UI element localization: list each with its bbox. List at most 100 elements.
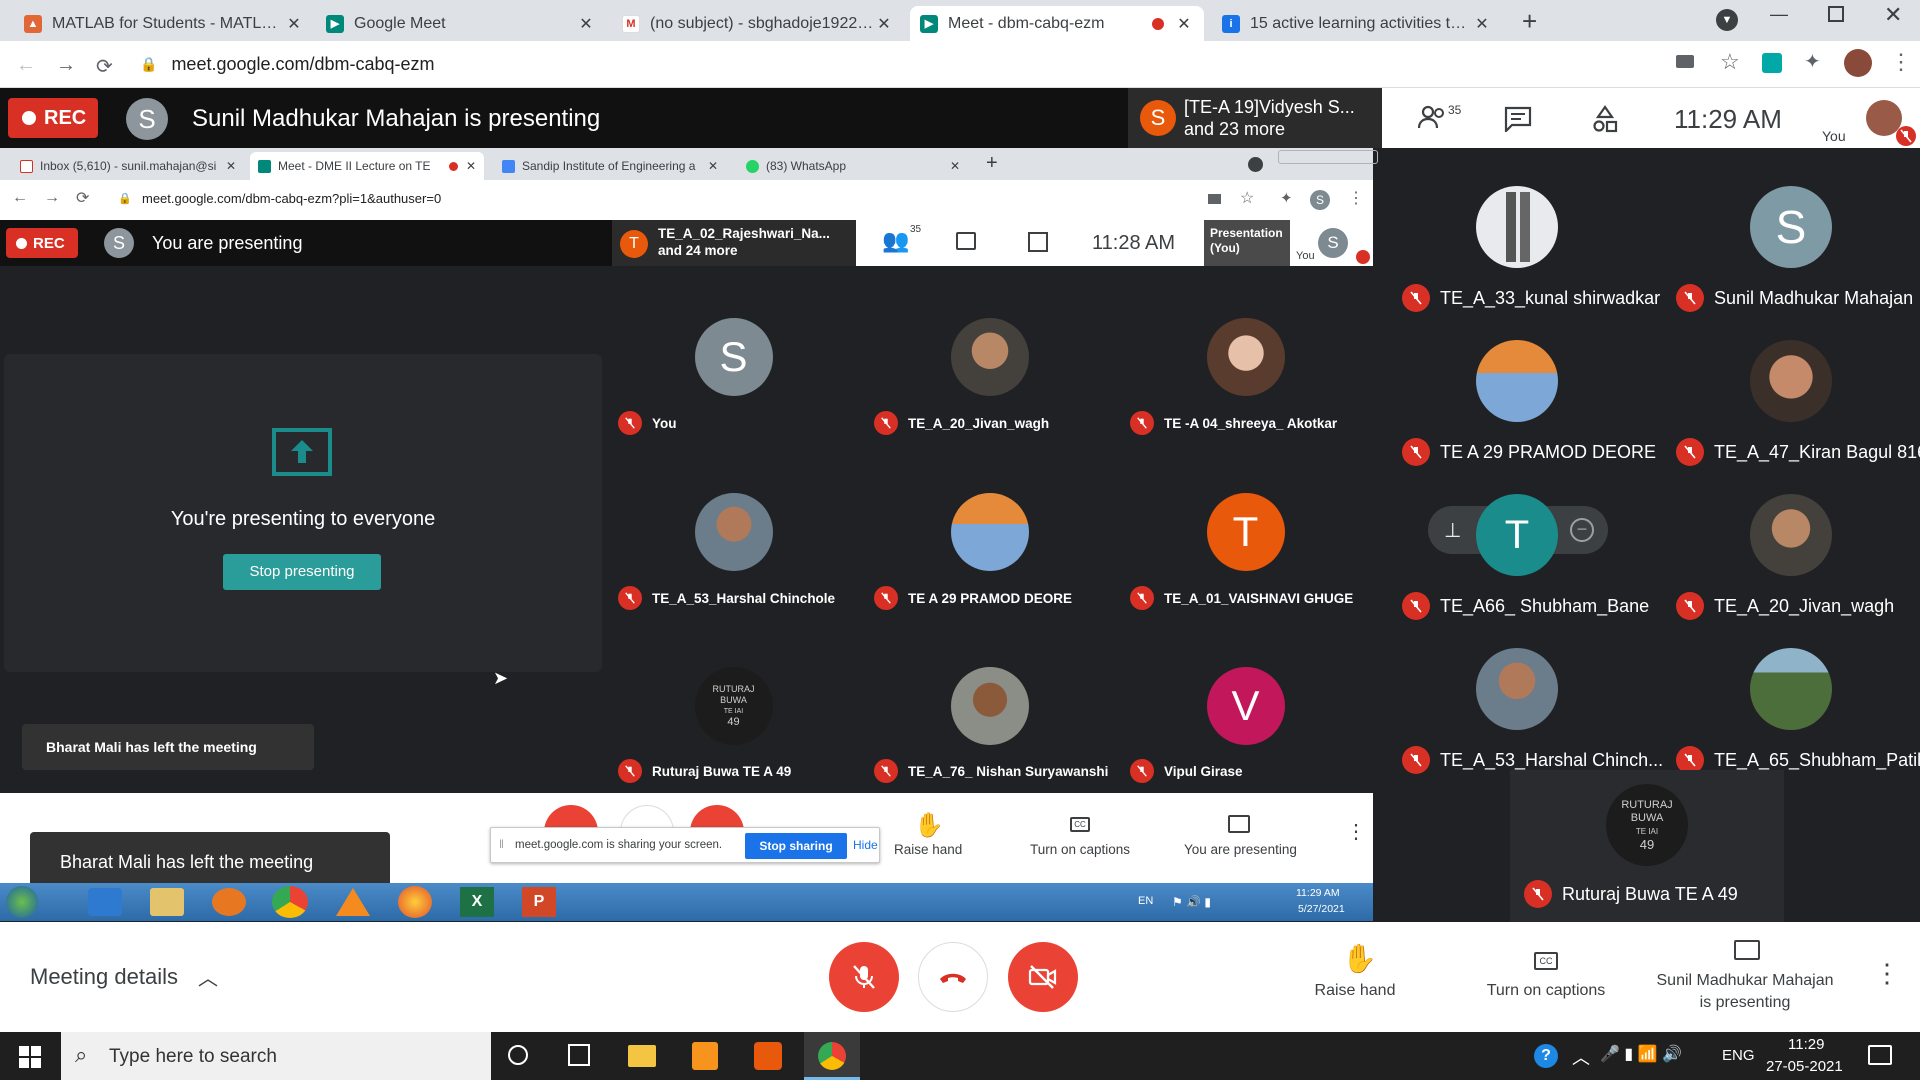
join-notice[interactable]: S [TE-A 19]Vidyesh S... and 23 more (1128, 88, 1382, 148)
tab-google-meet[interactable]: ▶ Google Meet ✕ (316, 6, 606, 41)
raise-hand-label[interactable]: Raise hand (894, 842, 962, 857)
back-icon[interactable]: ← (12, 189, 28, 207)
help-icon[interactable]: ? (1534, 1044, 1558, 1068)
participant-tile[interactable]: TE_A_65_Shubham_Patil (1656, 638, 1920, 788)
camera-icon[interactable] (1676, 55, 1694, 68)
microphone-button[interactable] (829, 942, 899, 1012)
new-tab-button[interactable]: + (1522, 6, 1537, 37)
people-button[interactable]: 35 (1418, 103, 1461, 130)
close-icon[interactable]: ✕ (284, 14, 304, 34)
vlc-icon[interactable] (336, 888, 370, 916)
extensions-puzzle-icon[interactable]: ✦ (1804, 49, 1821, 74)
inner-tab-whatsapp[interactable]: (83) WhatsApp ✕ (738, 152, 968, 180)
inner-tab-meet[interactable]: Meet - DME II Lecture on TE ✕ (250, 152, 484, 180)
participant-tile[interactable]: TE_A_20_Jivan_wagh (862, 318, 1117, 488)
participant-tile[interactable]: S You (606, 318, 861, 488)
chrome-taskbar-button[interactable] (804, 1032, 860, 1080)
close-icon[interactable]: ✕ (1174, 14, 1194, 34)
tray-language[interactable]: EN (1138, 895, 1153, 907)
window-controls[interactable] (1278, 150, 1378, 164)
input-language[interactable]: ENG (1722, 1047, 1755, 1064)
chrome-menu-icon[interactable]: ⋮ (1890, 49, 1912, 75)
chevron-up-icon[interactable]: ︿ (1572, 1044, 1590, 1070)
app-icon[interactable] (754, 1042, 782, 1070)
profile-avatar[interactable]: S (1310, 190, 1330, 210)
present-icon[interactable] (1734, 940, 1760, 960)
profile-avatar[interactable] (1844, 49, 1872, 77)
minimize-icon[interactable]: — (1770, 4, 1788, 25)
captions-label[interactable]: Turn on captions (1476, 980, 1616, 1002)
stop-presenting-button[interactable]: Stop presenting (223, 554, 381, 590)
presentation-thumbnail[interactable]: Presentation (You) (1204, 220, 1290, 266)
close-icon[interactable]: ✕ (1472, 14, 1492, 34)
extensions-puzzle-icon[interactable]: ✦ (1280, 189, 1293, 207)
stop-sharing-button[interactable]: Stop sharing (745, 833, 847, 859)
tab-meet-active[interactable]: ▶ Meet - dbm-cabq-ezm ✕ (910, 6, 1204, 41)
captions-icon[interactable]: CC (1070, 817, 1090, 832)
powerpoint-icon[interactable]: P (522, 887, 556, 917)
chrome-icon[interactable] (272, 886, 308, 918)
tab-search-icon[interactable] (1248, 157, 1263, 172)
close-icon[interactable]: ✕ (226, 159, 236, 173)
start-orb-icon[interactable] (6, 886, 38, 918)
close-window-icon[interactable]: ✕ (1884, 2, 1902, 28)
present-icon[interactable] (1228, 815, 1250, 833)
drag-handle-icon[interactable]: ‖ (499, 837, 504, 851)
close-icon[interactable]: ✕ (950, 159, 960, 173)
raise-hand-icon[interactable]: ✋ (1342, 942, 1377, 975)
cortana-icon[interactable] (508, 1045, 528, 1065)
close-icon[interactable]: ✕ (576, 14, 596, 34)
tab-matlab[interactable]: ▲ MATLAB for Students - MATLAB & S ✕ (14, 6, 314, 41)
forward-icon[interactable]: → (56, 54, 76, 77)
tab-gmail[interactable]: M (no subject) - sbghadoje19221922 ✕ (612, 6, 904, 41)
close-icon[interactable]: ✕ (708, 159, 718, 173)
raise-hand-label[interactable]: Raise hand (1300, 980, 1410, 1002)
chat-icon[interactable] (956, 232, 976, 250)
camera-icon[interactable] (1208, 194, 1221, 204)
chrome-menu-icon[interactable]: ⋮ (1348, 188, 1364, 208)
forward-icon[interactable]: → (44, 189, 60, 207)
activities-icon[interactable] (1592, 105, 1618, 133)
reload-icon[interactable]: ⟳ (76, 188, 89, 208)
activities-icon[interactable] (1028, 232, 1048, 252)
extension-icon[interactable] (1762, 53, 1782, 73)
inner-url-text[interactable]: meet.google.com/dbm-cabq-ezm?pli=1&authu… (142, 191, 441, 206)
participant-tile[interactable]: TE A 29 PRAMOD DEORE (1382, 330, 1656, 480)
camera-button[interactable] (1008, 942, 1078, 1012)
tab-active-learning[interactable]: i 15 active learning activities to en ✕ (1212, 6, 1502, 41)
participant-tile[interactable]: TE_A_20_Jivan_wagh (1656, 484, 1920, 634)
participant-tile[interactable]: ⊥ T − TE_A66_ Shubham_Bane (1382, 484, 1652, 634)
participant-tile[interactable]: TE_A_53_Harshal Chinch... (1382, 638, 1663, 788)
taskbar-search-box[interactable]: ⌕ Type here to search (61, 1032, 491, 1080)
participant-tile[interactable]: RUTURAJ BUWA TE IAI 49 Ruturaj Buwa TE A 49 (1510, 770, 1784, 922)
leave-call-button[interactable] (918, 942, 988, 1012)
remove-icon[interactable]: − (1570, 518, 1594, 542)
presenting-status[interactable]: Sunil Madhukar Mahajan is presenting (1640, 970, 1850, 1014)
captions-icon[interactable]: CC (1534, 952, 1558, 970)
ie-icon[interactable] (88, 888, 122, 916)
explorer-icon[interactable] (150, 888, 184, 916)
more-options-icon[interactable]: ⋮ (1874, 958, 1900, 989)
close-icon[interactable]: ✕ (466, 159, 476, 173)
raise-hand-icon[interactable]: ✋ (914, 811, 944, 840)
inner-join-notice[interactable]: T TE_A_02_Rajeshwari_Na... and 24 more (612, 220, 856, 266)
pin-icon[interactable]: ⊥ (1444, 518, 1461, 543)
task-view-icon[interactable] (568, 1044, 590, 1066)
file-explorer-icon[interactable] (628, 1045, 656, 1067)
you-are-presenting-label[interactable]: You are presenting (1184, 842, 1297, 857)
participant-tile[interactable]: TE_A_47_Kiran Bagul 816 (1656, 330, 1920, 480)
hide-button[interactable]: Hide (853, 838, 878, 852)
meeting-details-label[interactable]: Meeting details (30, 964, 178, 990)
windows-start-icon[interactable] (19, 1046, 41, 1068)
media-player-icon[interactable] (212, 888, 246, 916)
reload-icon[interactable]: ⟳ (96, 54, 113, 79)
sublime-icon[interactable] (692, 1042, 718, 1070)
participant-tile[interactable]: TE -A 04_shreeya_ Akotkar (1118, 318, 1373, 488)
close-icon[interactable]: ✕ (874, 14, 894, 34)
participant-tile[interactable]: S Sunil Madhukar Mahajan (1656, 176, 1920, 326)
bookmark-star-icon[interactable]: ☆ (1720, 49, 1740, 75)
participant-tile[interactable]: TE_A_53_Harshal Chinchole (606, 493, 861, 663)
bookmark-star-icon[interactable]: ☆ (1240, 188, 1254, 208)
system-tray-icons[interactable]: 🎤 ▮ 📶 🔊 (1600, 1044, 1682, 1064)
participant-tile[interactable]: TE_A_33_kunal shirwadkar (1382, 176, 1660, 326)
